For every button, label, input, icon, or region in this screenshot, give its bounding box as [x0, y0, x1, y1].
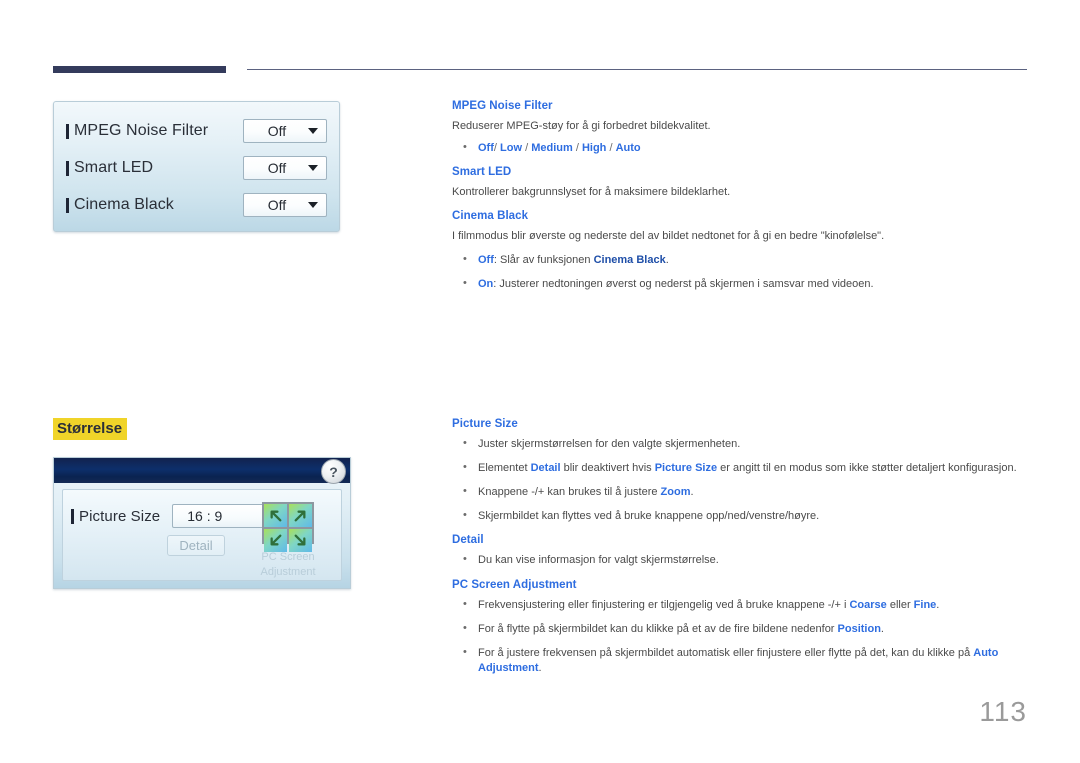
- heading-mpeg-noise-filter: MPEG Noise Filter: [452, 100, 553, 112]
- picture-size-osd-panel: ? Picture Size 16 : 9 Detail PC Screen A…: [53, 457, 351, 589]
- list-item: On: Justerer nedtoningen øverst og neder…: [452, 276, 1032, 292]
- arrow-up-left-icon[interactable]: [264, 504, 287, 527]
- list-item: Juster skjermstørrelsen for den valgte s…: [452, 436, 1032, 452]
- heading-smart-led: Smart LED: [452, 165, 512, 178]
- list-item: For å flytte på skjermbildet kan du klik…: [452, 621, 1032, 637]
- paragraph-mpeg-noise-filter: Reduserer MPEG-støy for å gi forbedret b…: [452, 120, 711, 132]
- bullet-list-picture-size: Juster skjermstørrelsen for den valgte s…: [452, 436, 1032, 524]
- help-icon[interactable]: ?: [321, 459, 346, 484]
- list-item: Off: Slår av funksjonen Cinema Black.: [452, 252, 1032, 268]
- bullet-list-cinema-black: Off: Slår av funksjonen Cinema Black. On…: [452, 252, 1032, 292]
- chevron-down-icon: [308, 165, 318, 171]
- osd-select-smart-led[interactable]: Off: [243, 156, 327, 180]
- osd-label-smart-led: Smart LED: [74, 159, 154, 176]
- arrow-down-right-icon[interactable]: [289, 529, 312, 552]
- term-cinema-black: Cinema Black: [593, 254, 666, 267]
- left-illustration-column: MPEG Noise Filter Off Smart LED Off Cine…: [0, 0, 440, 763]
- term-fine: Fine: [913, 599, 937, 612]
- bullet-list-pc-screen-adjustment: Frekvensjustering eller finjustering er …: [452, 597, 1032, 676]
- list-item: Du kan vise informasjon for valgt skjerm…: [452, 552, 1032, 568]
- term-zoom: Zoom: [660, 485, 691, 498]
- chevron-down-icon: [308, 128, 318, 134]
- osd-label-mpeg-noise-filter: MPEG Noise Filter: [74, 122, 209, 139]
- osd-select-mpeg-noise-filter[interactable]: Off: [243, 119, 327, 143]
- heading-pc-screen-adjustment: PC Screen Adjustment: [452, 579, 577, 592]
- text-fragment: : Justerer nedtoningen øverst og nederst…: [493, 278, 874, 291]
- text-fragment: Du kan vise informasjon for valgt skjerm…: [478, 554, 719, 567]
- bullet-list-mpeg-options: Off/ Low / Medium / High / Auto: [452, 140, 1032, 156]
- option-high: High: [581, 141, 607, 154]
- arrow-up-right-icon[interactable]: [289, 504, 312, 527]
- osd-select-value-cinema-black: Off: [267, 197, 287, 213]
- text-fragment: .: [880, 623, 884, 636]
- heading-picture-size: Picture Size: [452, 418, 518, 430]
- osd-select-value-mpeg: Off: [267, 123, 287, 139]
- row-marker-icon: [66, 197, 69, 213]
- row-marker-icon: [66, 160, 69, 176]
- text-fragment: blir deaktivert hvis: [560, 461, 655, 474]
- osd-row-cinema-black[interactable]: Cinema Black Off: [66, 190, 327, 220]
- option-medium: Medium: [531, 141, 573, 154]
- text-fragment: .: [538, 661, 542, 674]
- text-fragment: .: [665, 254, 669, 267]
- text-fragment: .: [936, 599, 940, 612]
- list-item: Off/ Low / Medium / High / Auto: [452, 140, 1032, 156]
- pc-screen-adjustment-label: PC Screen Adjustment: [260, 551, 316, 578]
- chevron-down-icon: [308, 202, 318, 208]
- text-fragment: For å flytte på skjermbildet kan du klik…: [478, 623, 838, 636]
- term-picture-size: Picture Size: [654, 461, 718, 474]
- text-fragment: Juster skjermstørrelsen for den valgte s…: [478, 438, 741, 450]
- heading-cinema-black: Cinema Black: [452, 209, 529, 222]
- list-item: Frekvensjustering eller finjustering er …: [452, 597, 1032, 613]
- osd-select-value-smart-led: Off: [267, 160, 287, 176]
- osd-titlebar: [54, 458, 350, 483]
- term-detail: Detail: [530, 461, 561, 474]
- arrow-down-left-icon[interactable]: [264, 529, 287, 552]
- paragraph-cinema-black: I filmmodus blir øverste og nederste del…: [452, 229, 885, 242]
- list-item: For å justere frekvensen på skjermbildet…: [452, 645, 1032, 676]
- option-low: Low: [500, 141, 523, 154]
- text-fragment: For å justere frekvensen på skjermbildet…: [478, 646, 974, 659]
- text-fragment: Elementet: [478, 461, 531, 474]
- option-off: Off: [478, 141, 494, 154]
- doc-block-size: Picture Size Juster skjermstørrelsen for…: [452, 418, 1032, 683]
- bullet-list-detail: Du kan vise informasjon for valgt skjerm…: [452, 552, 1032, 568]
- page-number: 113: [979, 696, 1027, 727]
- osd-label-picture-size: Picture Size: [79, 507, 161, 525]
- right-text-column: MPEG Noise Filter Reduserer MPEG-støy fo…: [452, 0, 1032, 763]
- text-fragment: .: [690, 485, 694, 498]
- text-fragment: Knappene -/+ kan brukes til å justere: [478, 485, 661, 498]
- text-fragment: eller: [886, 599, 914, 612]
- term-coarse: Coarse: [849, 599, 887, 612]
- paragraph-smart-led: Kontrollerer bakgrunnslyset for å maksim…: [452, 185, 731, 198]
- list-item: Skjermbildet kan flyttes ved å bruke kna…: [452, 508, 1032, 524]
- row-marker-icon: [66, 123, 69, 139]
- picture-options-osd-panel: MPEG Noise Filter Off Smart LED Off Cine…: [53, 101, 340, 232]
- row-marker-icon: [71, 508, 74, 524]
- heading-detail: Detail: [452, 534, 484, 547]
- pc-screen-adjustment-control[interactable]: PC Screen Adjustment: [245, 502, 331, 580]
- text-fragment: er angitt til en modus som ikke støtter …: [717, 461, 1017, 474]
- osd-select-cinema-black[interactable]: Off: [243, 193, 327, 217]
- key-off: Off: [478, 254, 494, 267]
- osd-select-value-picture-size: 16 : 9: [187, 508, 223, 524]
- key-on: On: [478, 278, 494, 291]
- osd-row-smart-led[interactable]: Smart LED Off: [66, 153, 327, 183]
- section-heading-storrelse: Størrelse: [53, 418, 128, 441]
- list-item: Knappene -/+ kan brukes til å justere Zo…: [452, 484, 1032, 500]
- doc-block-picture-options: MPEG Noise Filter Reduserer MPEG-støy fo…: [452, 100, 1032, 299]
- option-auto: Auto: [615, 141, 641, 154]
- position-grid-icon[interactable]: [262, 502, 314, 552]
- osd-panel-body: Picture Size 16 : 9 Detail PC Screen Adj…: [62, 489, 342, 581]
- detail-button[interactable]: Detail: [167, 535, 225, 556]
- term-position: Position: [837, 623, 881, 636]
- osd-row-mpeg-noise-filter[interactable]: MPEG Noise Filter Off: [66, 116, 327, 146]
- text-fragment: : Slår av funksjonen: [493, 254, 594, 267]
- list-item: Elementet Detail blir deaktivert hvis Pi…: [452, 460, 1032, 476]
- osd-label-cinema-black: Cinema Black: [74, 196, 174, 213]
- text-fragment: Frekvensjustering eller finjustering er …: [478, 599, 850, 612]
- text-fragment: Skjermbildet kan flyttes ved å bruke kna…: [478, 509, 820, 522]
